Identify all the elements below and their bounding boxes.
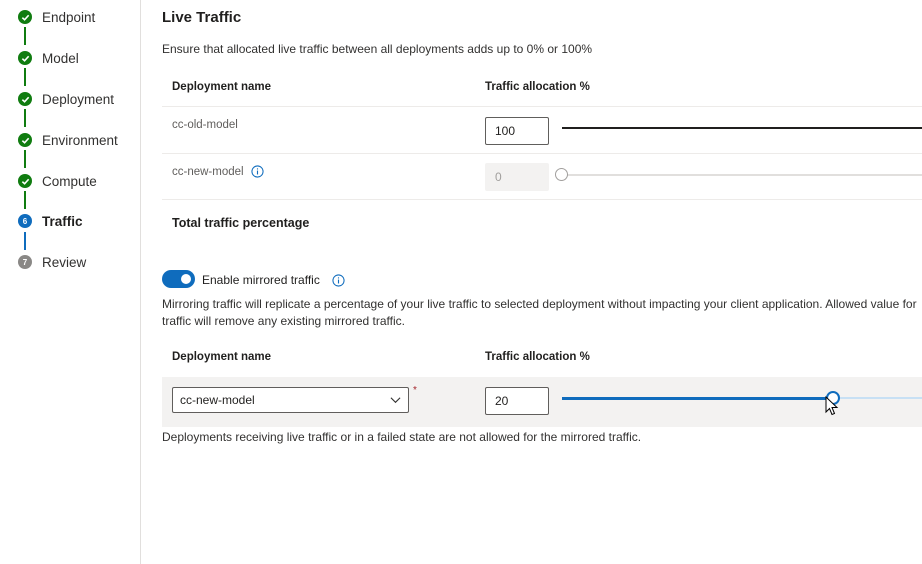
live-traffic-description: Ensure that allocated live traffic betwe… (162, 42, 593, 56)
column-header-deployment-name: Deployment name (172, 81, 272, 93)
toggle-knob (181, 274, 191, 284)
step-model[interactable]: Model (18, 47, 79, 69)
column-header-deployment-name: Deployment name (172, 351, 272, 363)
deployment-name: cc-new-model (172, 165, 244, 178)
step-connector (24, 109, 26, 127)
toggle-label-text: Enable mirrored traffic (202, 273, 320, 287)
step-connector (24, 68, 26, 86)
step-review[interactable]: 7 Review (18, 251, 86, 273)
step-traffic[interactable]: 6 Traffic (18, 210, 83, 232)
required-asterisk: * (413, 385, 417, 396)
step-endpoint[interactable]: Endpoint (18, 6, 95, 28)
mirrored-traffic-footnote: Deployments receiving live traffic or in… (162, 430, 642, 444)
traffic-panel: Live Traffic Ensure that allocated live … (162, 0, 922, 564)
checkmark-icon (18, 51, 32, 65)
info-icon[interactable] (332, 273, 345, 287)
step-connector (24, 150, 26, 168)
row-divider (162, 106, 922, 107)
description-line: traffic will remove any existing mirrore… (162, 313, 405, 328)
checkmark-icon (18, 92, 32, 106)
column-header-traffic-allocation: Traffic allocation % (485, 351, 590, 363)
mirrored-traffic-toggle-label: Enable mirrored traffic (202, 273, 345, 287)
step-label: Compute (42, 173, 97, 189)
step-connector (24, 191, 26, 209)
traffic-slider-track-disabled (562, 174, 922, 176)
mirrored-slider-track[interactable] (830, 397, 922, 399)
mirrored-traffic-description: Mirroring traffic will replicate a perce… (162, 296, 922, 329)
dropdown-value: cc-new-model (180, 393, 255, 407)
step-label: Model (42, 50, 79, 66)
total-traffic-label: Total traffic percentage (172, 216, 310, 230)
mirrored-traffic-input[interactable]: 20 (485, 387, 549, 415)
step-deployment[interactable]: Deployment (18, 88, 114, 110)
step-environment[interactable]: Environment (18, 129, 118, 151)
step-label: Environment (42, 132, 118, 148)
row-divider (162, 199, 922, 200)
step-compute[interactable]: Compute (18, 170, 97, 192)
step-number-badge: 7 (18, 255, 32, 269)
deployment-name-cell: cc-old-model (172, 119, 238, 131)
description-line: Mirroring traffic will replicate a perce… (162, 297, 917, 311)
wizard-stepper: Endpoint Model Deployment Environment Co… (0, 0, 141, 564)
step-label: Review (42, 254, 87, 270)
column-header-traffic-allocation: Traffic allocation % (485, 81, 590, 93)
checkmark-icon (18, 174, 32, 188)
deployment-name: cc-old-model (172, 119, 238, 131)
mirrored-deployment-dropdown[interactable]: cc-new-model (172, 387, 409, 413)
step-connector (24, 27, 26, 45)
traffic-allocation-input[interactable]: 100 (485, 117, 549, 145)
mouse-cursor-icon (825, 396, 839, 416)
checkmark-icon (18, 133, 32, 147)
step-connector (24, 232, 26, 250)
slider-thumb (555, 168, 568, 181)
step-label: Traffic (42, 213, 83, 229)
section-title: Live Traffic (162, 9, 242, 26)
mirrored-traffic-toggle[interactable] (162, 270, 195, 288)
step-number-badge: 6 (18, 214, 32, 228)
mirrored-slider-fill[interactable] (562, 397, 830, 400)
traffic-allocation-input-disabled: 0 (485, 163, 549, 191)
checkmark-icon (18, 10, 32, 24)
info-icon[interactable] (250, 165, 264, 178)
row-divider (162, 153, 922, 154)
step-label: Endpoint (42, 9, 96, 25)
chevron-down-icon (390, 397, 401, 404)
traffic-slider-track[interactable] (562, 127, 922, 129)
step-label: Deployment (42, 91, 115, 107)
deployment-name-cell: cc-new-model (172, 165, 264, 178)
